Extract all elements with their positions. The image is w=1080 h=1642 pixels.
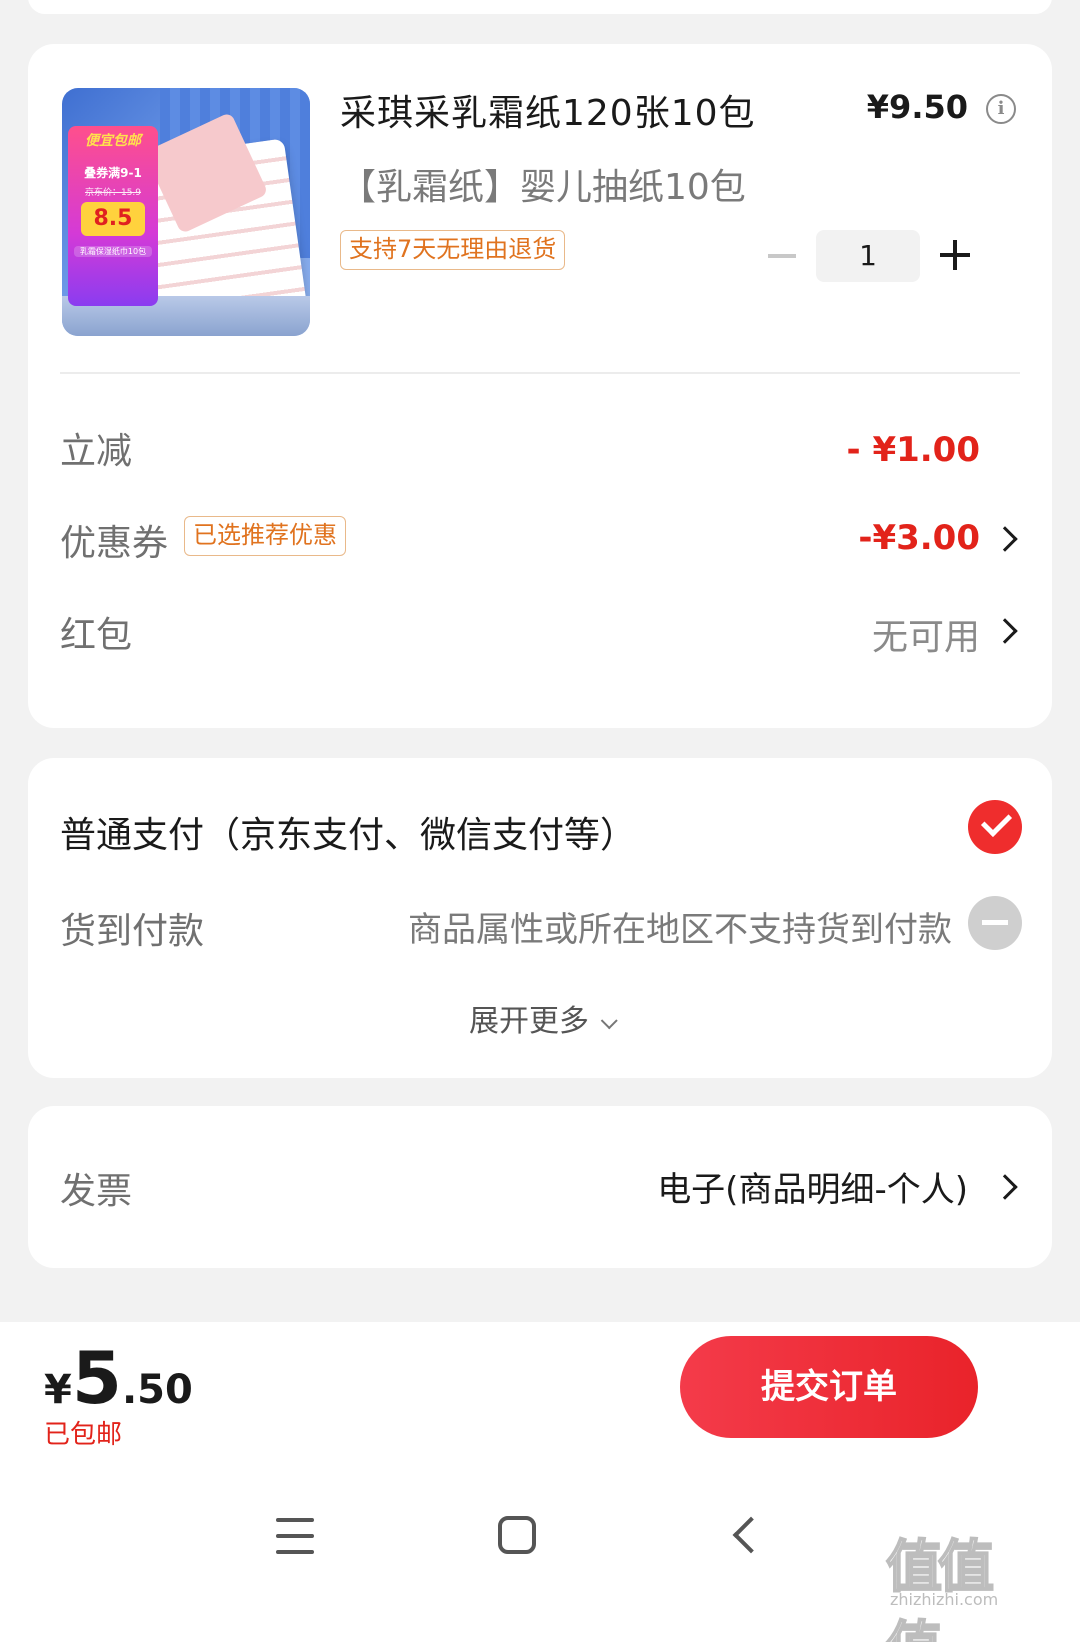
- chevron-down-icon: [600, 1012, 618, 1030]
- home-icon[interactable]: [498, 1516, 536, 1554]
- info-icon[interactable]: i: [986, 94, 1016, 124]
- minus-circle-icon: [968, 896, 1022, 950]
- instant-discount-label: 立减: [60, 431, 133, 472]
- quantity-increase-button[interactable]: [940, 240, 970, 270]
- promo-line-4: 乳霜保湿纸巾10包: [74, 246, 152, 257]
- order-total: ¥5.50: [44, 1336, 193, 1420]
- submit-order-button[interactable]: 提交订单: [680, 1336, 978, 1438]
- total-decimal: .50: [121, 1367, 193, 1413]
- invoice-label: 发票: [60, 1171, 133, 1212]
- coupon-selected-tag: 已选推荐优惠: [184, 516, 346, 556]
- redpacket-label: 红包: [60, 615, 133, 656]
- product-title[interactable]: 采琪采乳霜纸120张10包: [340, 84, 756, 136]
- back-icon[interactable]: [732, 1516, 770, 1554]
- coupon-chevron-right-icon[interactable]: [992, 526, 1018, 552]
- recent-apps-icon[interactable]: [276, 1518, 314, 1554]
- payment-card: 普通支付（京东支付、微信支付等） 货到付款 商品属性或所在地区不支持货到付款 展…: [28, 758, 1052, 1078]
- instant-discount-value: - ¥1.00: [846, 430, 981, 470]
- image-promo-badge: 便宜包邮 叠券满9-1 京东价：15.9 8.5 乳霜保湿纸巾10包: [68, 126, 158, 306]
- total-currency: ¥: [44, 1367, 72, 1413]
- coupon-label: 优惠券: [60, 523, 169, 564]
- watermark-url: zhizhizhi.com: [890, 1590, 999, 1609]
- cod-label: 货到付款: [60, 911, 205, 952]
- previous-card: [28, 0, 1052, 14]
- promo-line-3: 京东价：15.9: [84, 188, 142, 198]
- coupon-value[interactable]: -¥3.00: [858, 518, 980, 558]
- product-card: 便宜包邮 叠券满9-1 京东价：15.9 8.5 乳霜保湿纸巾10包 采琪采乳霜…: [28, 44, 1052, 728]
- expand-more-label: 展开更多: [469, 1004, 589, 1039]
- redpacket-value[interactable]: 无可用: [872, 608, 980, 660]
- invoice-value[interactable]: 电子(商品明细-个人): [657, 1162, 968, 1211]
- product-price: ¥9.50: [866, 88, 968, 126]
- redpacket-chevron-right-icon[interactable]: [992, 618, 1018, 644]
- total-integer: 5: [71, 1336, 122, 1420]
- product-image[interactable]: 便宜包邮 叠券满9-1 京东价：15.9 8.5 乳霜保湿纸巾10包: [62, 88, 310, 336]
- promo-line-1: 便宜包邮: [85, 133, 141, 149]
- normal-payment-label[interactable]: 普通支付（京东支付、微信支付等）: [60, 806, 636, 858]
- promo-line-2: 叠券满9-1: [84, 166, 142, 180]
- shipping-status: 已包邮: [44, 1420, 123, 1450]
- quantity-decrease-button[interactable]: [768, 254, 796, 258]
- invoice-card[interactable]: 发票 电子(商品明细-个人): [28, 1106, 1052, 1268]
- checkout-bar: ¥5.50 已包邮 提交订单: [0, 1322, 1080, 1472]
- product-subtitle: 【乳霜纸】婴儿抽纸10包: [340, 167, 746, 208]
- watermark-logo: 值值值: [885, 1534, 995, 1642]
- divider: [60, 372, 1020, 374]
- invoice-chevron-right-icon[interactable]: [992, 1174, 1018, 1200]
- check-icon[interactable]: [968, 800, 1022, 854]
- system-nav-bar: 值值值 zhizhizhi.com: [0, 1472, 1080, 1642]
- promo-price: 8.5: [81, 202, 145, 236]
- cod-unavailable-note: 商品属性或所在地区不支持货到付款: [408, 910, 952, 950]
- expand-more-button[interactable]: 展开更多: [28, 996, 1052, 1040]
- quantity-input[interactable]: 1: [816, 230, 920, 282]
- return-policy-tag: 支持7天无理由退货: [340, 230, 566, 270]
